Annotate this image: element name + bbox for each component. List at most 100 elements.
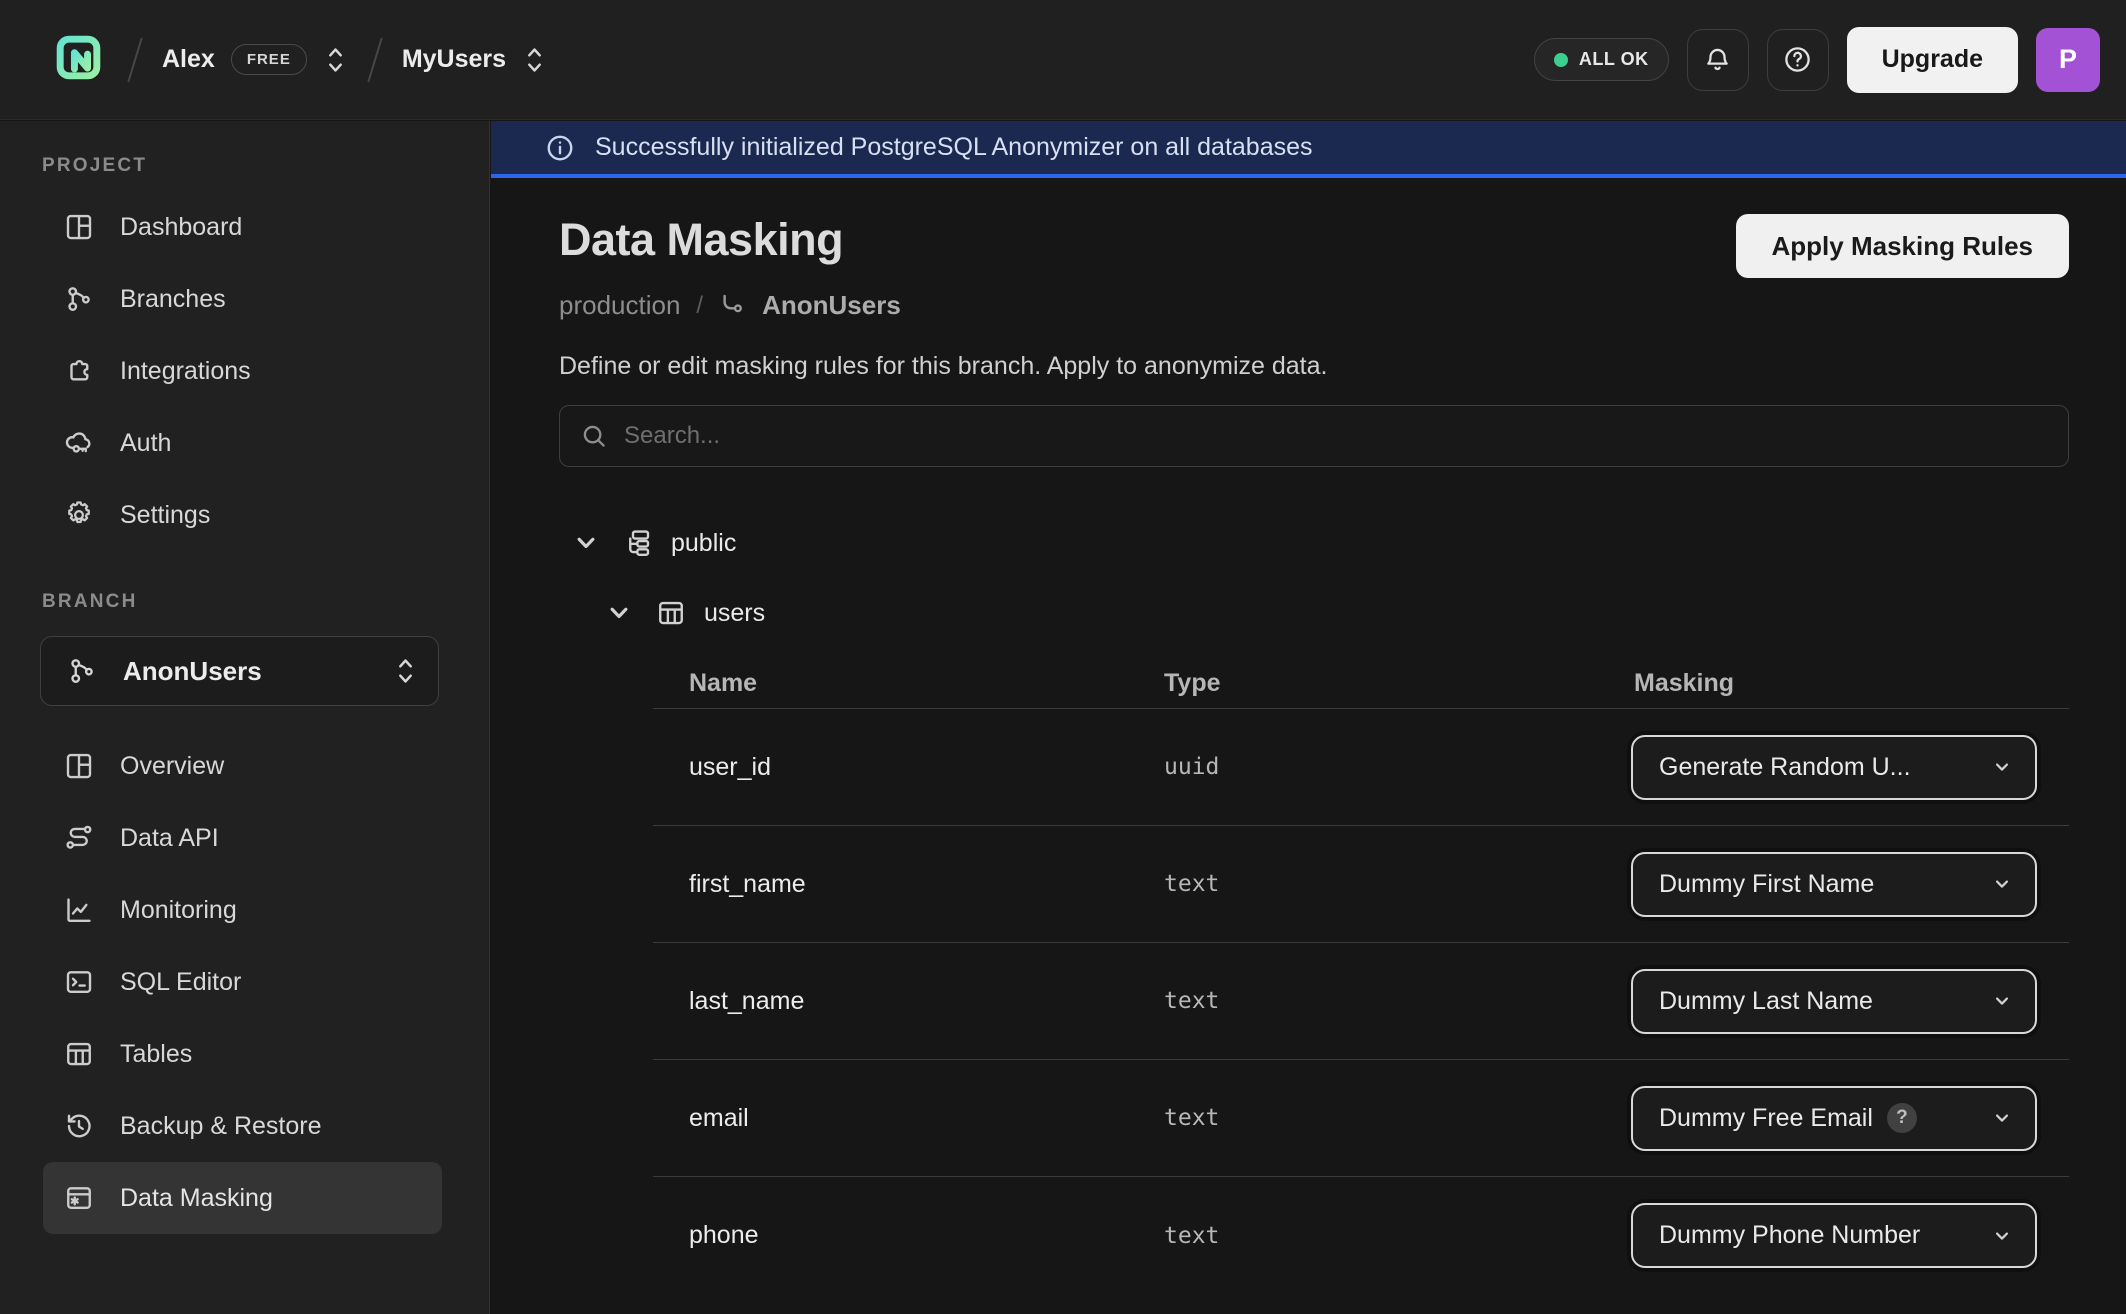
- sidebar-item-label: Settings: [120, 501, 210, 530]
- masking-select-first-name[interactable]: Dummy First Name: [1631, 852, 2037, 917]
- project-selector[interactable]: MyUsers: [402, 44, 547, 76]
- masking-select-phone[interactable]: Dummy Phone Number: [1631, 1203, 2037, 1268]
- masking-select-value: Dummy First Name: [1659, 870, 1874, 899]
- table-icon: [64, 1039, 94, 1069]
- data-masking-icon: [64, 1183, 94, 1213]
- dashboard-grid-icon: [64, 212, 94, 242]
- sidebar-item-backup-restore[interactable]: Backup & Restore: [43, 1090, 442, 1162]
- sidebar-item-monitoring[interactable]: Monitoring: [43, 874, 442, 946]
- system-status-pill[interactable]: ALL OK: [1534, 38, 1669, 81]
- success-banner: Successfully initialized PostgreSQL Anon…: [491, 121, 2126, 178]
- sidebar: PROJECT Dashboard Branches Integrations: [0, 121, 490, 1314]
- sidebar-item-label: Data API: [120, 824, 219, 853]
- breadcrumb-parent-branch[interactable]: production: [559, 290, 680, 321]
- masking-select-user-id[interactable]: Generate Random U...: [1631, 735, 2037, 800]
- sidebar-item-settings[interactable]: Settings: [43, 479, 442, 551]
- breadcrumb-separator: /: [696, 292, 703, 320]
- search-icon: [580, 422, 608, 450]
- sidebar-item-integrations[interactable]: Integrations: [43, 335, 442, 407]
- sidebar-item-tables[interactable]: Tables: [43, 1018, 442, 1090]
- column-header-name: Name: [653, 669, 1128, 698]
- column-header-type: Type: [1128, 669, 1598, 698]
- sidebar-item-label: Dashboard: [120, 213, 242, 242]
- breadcrumb: production / AnonUsers: [559, 290, 2069, 321]
- help-button[interactable]: [1767, 29, 1829, 91]
- masking-select-last-name[interactable]: Dummy Last Name: [1631, 969, 2037, 1034]
- sidebar-item-label: Monitoring: [120, 896, 237, 925]
- sidebar-item-label: Branches: [120, 285, 226, 314]
- sidebar-item-label: Data Masking: [120, 1184, 273, 1213]
- schema-tree: public users: [559, 521, 2069, 635]
- chevron-down-icon: [1989, 988, 2015, 1014]
- banner-message: Successfully initialized PostgreSQL Anon…: [595, 133, 1313, 162]
- table-row-email: email text Dummy Free Email ?: [653, 1060, 2069, 1177]
- chevron-updown-icon: [323, 44, 348, 76]
- chevron-down-icon[interactable]: [571, 528, 601, 558]
- masking-select-email[interactable]: Dummy Free Email ?: [1631, 1086, 2037, 1151]
- masking-select-value: Generate Random U...: [1659, 753, 1911, 782]
- info-icon: [545, 133, 575, 163]
- page-description: Define or edit masking rules for this br…: [559, 351, 2069, 381]
- page-title: Data Masking: [559, 214, 843, 266]
- table-row-user-id: user_id uuid Generate Random U...: [653, 709, 2069, 826]
- branch-section-label: BRANCH: [42, 591, 489, 613]
- apply-masking-rules-button[interactable]: Apply Masking Rules: [1736, 214, 2070, 278]
- sidebar-item-label: SQL Editor: [120, 968, 241, 997]
- plan-badge: FREE: [231, 44, 307, 75]
- table-row-last-name: last_name text Dummy Last Name: [653, 943, 2069, 1060]
- sidebar-item-overview[interactable]: Overview: [43, 730, 442, 802]
- git-branch-icon: [67, 656, 97, 686]
- sidebar-item-label: Overview: [120, 752, 224, 781]
- table-row-first-name: first_name text Dummy First Name: [653, 826, 2069, 943]
- sidebar-item-branches[interactable]: Branches: [43, 263, 442, 335]
- branch-selector[interactable]: AnonUsers: [40, 636, 439, 706]
- schema-icon: [623, 528, 653, 558]
- help-circle-icon: [1783, 45, 1812, 74]
- cloud-key-icon: [64, 428, 94, 458]
- sidebar-item-label: Tables: [120, 1040, 192, 1069]
- sidebar-item-dashboard[interactable]: Dashboard: [43, 191, 442, 263]
- column-type: text: [1128, 871, 1598, 897]
- columns-table: Name Type Masking user_id uuid Generate …: [653, 669, 2069, 1294]
- chevron-down-icon[interactable]: [604, 598, 634, 628]
- project-nav: Dashboard Branches Integrations Auth: [0, 191, 489, 551]
- project-section-label: PROJECT: [42, 155, 489, 177]
- status-ok-dot-icon: [1554, 53, 1568, 67]
- terminal-square-icon: [64, 967, 94, 997]
- branch-nav: Overview Data API Monitoring SQL Editor: [0, 730, 489, 1234]
- branch-selector-value: AnonUsers: [123, 656, 262, 687]
- user-avatar[interactable]: P: [2036, 28, 2100, 92]
- search-box: [559, 405, 2069, 467]
- git-branch-icon: [64, 284, 94, 314]
- search-input[interactable]: [624, 422, 2048, 450]
- main-panel: Successfully initialized PostgreSQL Anon…: [491, 121, 2126, 1314]
- status-label: ALL OK: [1579, 49, 1649, 70]
- tree-row-table[interactable]: users: [559, 591, 2069, 635]
- neon-logo-icon[interactable]: [54, 33, 108, 87]
- tree-row-schema[interactable]: public: [559, 521, 2069, 565]
- sidebar-item-data-api[interactable]: Data API: [43, 802, 442, 874]
- sidebar-item-label: Backup & Restore: [120, 1112, 322, 1141]
- org-selector[interactable]: Alex FREE: [162, 44, 348, 76]
- sidebar-item-label: Integrations: [120, 357, 251, 386]
- upgrade-button[interactable]: Upgrade: [1847, 27, 2018, 93]
- puzzle-icon: [64, 356, 94, 386]
- topbar: Alex FREE MyUsers ALL OK: [0, 0, 2126, 120]
- column-name: last_name: [653, 987, 1128, 1016]
- gear-icon: [64, 500, 94, 530]
- schema-name: public: [671, 529, 736, 558]
- table-name: users: [704, 599, 765, 628]
- sidebar-item-data-masking[interactable]: Data Masking: [43, 1162, 442, 1234]
- chevron-down-icon: [1989, 871, 2015, 897]
- help-badge-icon[interactable]: ?: [1887, 1103, 1917, 1133]
- breadcrumb-current-branch: AnonUsers: [762, 290, 901, 321]
- overview-grid-icon: [64, 751, 94, 781]
- route-icon: [64, 823, 94, 853]
- column-name: phone: [653, 1221, 1128, 1250]
- sidebar-item-sql-editor[interactable]: SQL Editor: [43, 946, 442, 1018]
- chevron-down-icon: [1989, 754, 2015, 780]
- column-name: user_id: [653, 753, 1128, 782]
- notifications-button[interactable]: [1687, 29, 1749, 91]
- sidebar-item-auth[interactable]: Auth: [43, 407, 442, 479]
- chevron-down-icon: [1989, 1105, 2015, 1131]
